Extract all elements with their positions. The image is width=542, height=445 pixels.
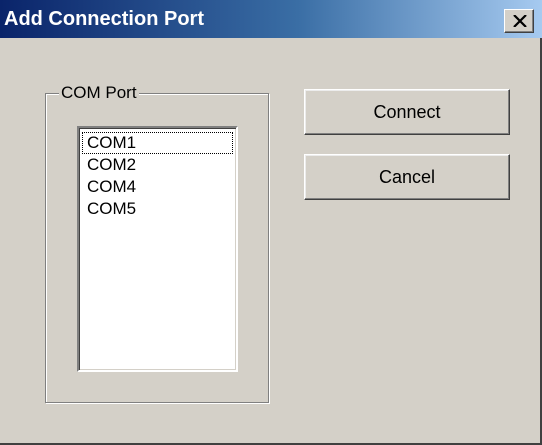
com-port-listbox[interactable]: COM1 COM2 COM4 COM5 [77, 126, 238, 372]
list-item[interactable]: COM4 [82, 176, 233, 198]
close-x-icon [513, 15, 527, 27]
title-bar[interactable]: Add Connection Port [0, 0, 542, 38]
list-item[interactable]: COM2 [82, 154, 233, 176]
com-port-group-label: COM Port [59, 83, 139, 103]
list-item[interactable]: COM1 [82, 132, 233, 154]
connect-button[interactable]: Connect [304, 89, 510, 135]
list-item[interactable]: COM5 [82, 198, 233, 220]
window-title: Add Connection Port [4, 8, 204, 30]
close-button[interactable] [504, 9, 534, 33]
add-connection-port-dialog: Add Connection Port COM Port COM1 COM2 C… [0, 0, 542, 445]
cancel-button[interactable]: Cancel [304, 154, 510, 200]
